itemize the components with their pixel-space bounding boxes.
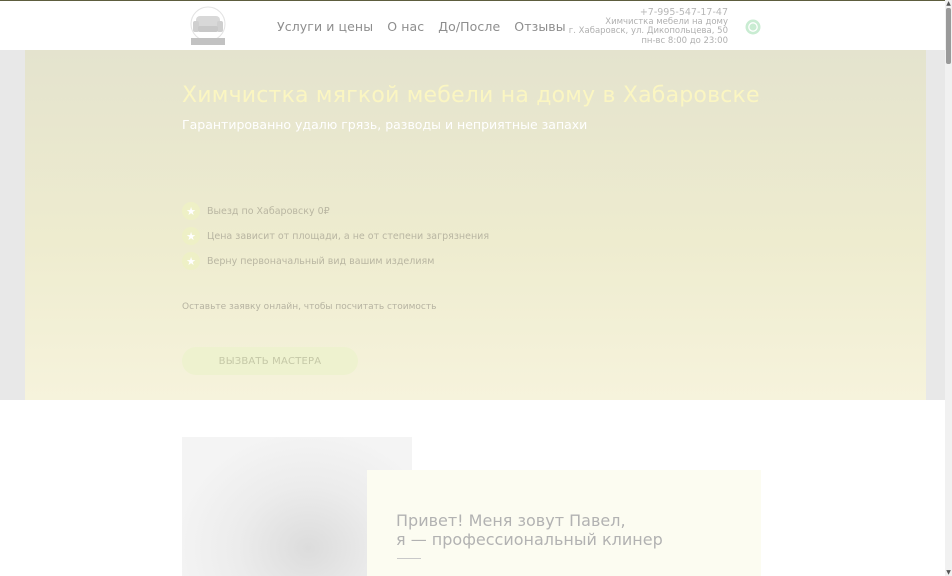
page-scrollbar[interactable] — [945, 0, 952, 576]
nav-reviews[interactable]: Отзывы — [514, 19, 565, 34]
feature-item: ★ Верну первоначальный вид вашим изделия… — [182, 252, 434, 270]
whatsapp-icon[interactable] — [745, 19, 761, 35]
feature-text: Верну первоначальный вид вашим изделиям — [207, 255, 435, 267]
cta-note: Оставьте заявку онлайн, чтобы посчитать … — [182, 302, 437, 312]
feature-item: ★ Цена зависит от площади, а не от степе… — [182, 227, 489, 245]
scroll-down-arrow-icon[interactable]: ▼ — [945, 569, 952, 576]
intro-heading-line1: Привет! Меня зовут Павел, — [396, 511, 626, 530]
contact-block: +7-995-547-17-47 Химчистка мебели на дом… — [569, 8, 728, 46]
feature-text: Цена зависит от площади, а не от степени… — [207, 230, 490, 242]
main-nav: Услуги и цены О нас До/После Отзывы — [277, 19, 566, 34]
working-hours: пн-вс 8:00 до 23:00 — [641, 35, 728, 46]
call-master-button[interactable]: ВЫЗВАТЬ МАСТЕРА — [182, 347, 358, 375]
hero-title: Химчистка мягкой мебели на дому в Хабаро… — [182, 83, 760, 108]
scroll-up-arrow-icon[interactable]: ▲ — [945, 0, 952, 7]
scrollbar-thumb[interactable] — [946, 8, 951, 64]
nav-services-prices[interactable]: Услуги и цены — [277, 19, 373, 34]
star-icon: ★ — [182, 252, 200, 270]
nav-before-after[interactable]: До/После — [438, 19, 500, 34]
intro-heading-line2: я — профессиональный клинер — [396, 530, 663, 549]
intro-heading: Привет! Меня зовут Павел, я — профессион… — [396, 511, 663, 549]
feature-text: Выезд по Хабаровску 0₽ — [207, 205, 330, 217]
site-header: Услуги и цены О нас До/После Отзывы +7-9… — [0, 1, 945, 50]
hero-subtitle: Гарантированно удалю грязь, разводы и не… — [182, 117, 588, 132]
heading-divider — [397, 558, 421, 559]
star-icon: ★ — [182, 202, 200, 220]
sofa-logo-icon[interactable] — [188, 6, 228, 48]
star-icon: ★ — [182, 227, 200, 245]
feature-item: ★ Выезд по Хабаровску 0₽ — [182, 202, 330, 220]
nav-about[interactable]: О нас — [387, 19, 424, 34]
